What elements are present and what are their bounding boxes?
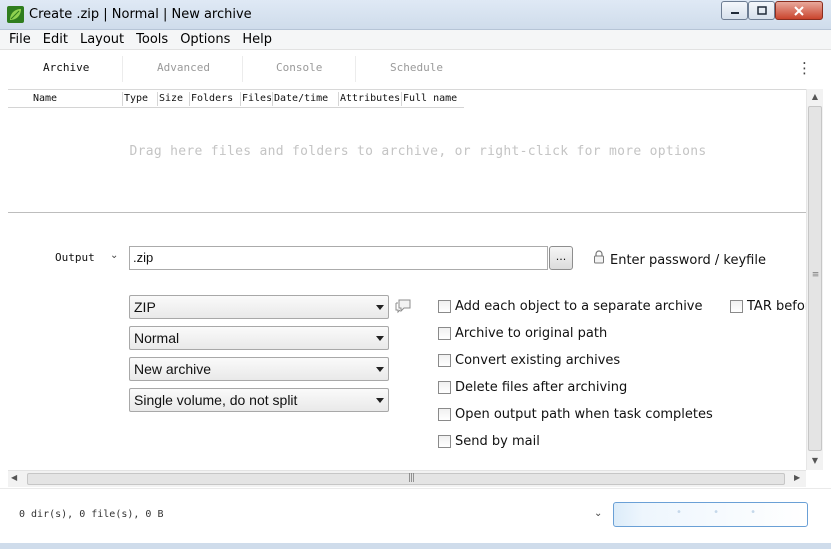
column-headers: Name Type Size Folders Files Date/time A… (8, 90, 464, 108)
checkbox-label: Convert existing archives (455, 353, 621, 368)
column-header-type[interactable]: Type (124, 93, 158, 104)
compression-level-value: Normal (134, 330, 180, 346)
scroll-up-arrow-icon[interactable]: ▲ (807, 89, 823, 105)
horizontal-scroll-thumb[interactable]: ||| (27, 473, 785, 485)
status-bar: 0 dir(s), 0 file(s), 0 B ⌄ • • • (0, 488, 831, 549)
lock-icon (594, 250, 604, 264)
minimize-button[interactable] (721, 1, 748, 20)
column-separator[interactable] (122, 92, 123, 106)
split-select-value: Single volume, do not split (134, 392, 298, 408)
scroll-down-arrow-icon[interactable]: ▼ (807, 453, 823, 469)
chevron-down-icon[interactable]: ⌄ (594, 508, 602, 519)
output-path-input[interactable]: .zip (129, 246, 548, 270)
menu-options[interactable]: Options (174, 30, 236, 49)
original-path-checkbox[interactable]: Archive to original path (438, 326, 607, 341)
column-separator[interactable] (189, 92, 190, 106)
column-header-name[interactable]: Name (33, 93, 113, 104)
column-separator[interactable] (157, 92, 158, 106)
checkbox-box[interactable] (438, 300, 451, 313)
tab-archive[interactable]: Archive (43, 61, 89, 74)
grip-icon: ||| (408, 473, 415, 483)
file-list[interactable]: Name Type Size Folders Files Date/time A… (8, 89, 806, 213)
menu-help[interactable]: Help (236, 30, 278, 49)
checkbox-label: Archive to original path (455, 326, 608, 341)
tab-console[interactable]: Console (276, 61, 322, 74)
checkbox-box[interactable] (438, 381, 451, 394)
empty-list-hint: Drag here files and folders to archive, … (129, 144, 707, 159)
horizontal-scrollbar[interactable]: ◀ ||| ▶ (8, 470, 806, 487)
loading-dots-icon: • • • (676, 507, 771, 518)
window-border (0, 543, 831, 549)
minimize-icon (730, 11, 739, 14)
column-separator[interactable] (401, 92, 402, 106)
column-header-files[interactable]: Files (242, 93, 271, 104)
column-header-attributes[interactable]: Attributes (340, 93, 402, 104)
checkbox-box[interactable] (438, 408, 451, 421)
checkbox-box[interactable] (438, 435, 451, 448)
checkbox-label: TAR befor (747, 299, 806, 314)
checkbox-label: Open output path when task completes (455, 407, 713, 422)
column-header-folders[interactable]: Folders (191, 93, 241, 104)
column-header-size[interactable]: Size (159, 93, 189, 104)
close-button[interactable] (775, 1, 823, 20)
scroll-left-arrow-icon[interactable]: ◀ (11, 473, 17, 482)
checkbox-box[interactable] (730, 300, 743, 313)
browse-button[interactable]: ... (549, 246, 573, 270)
send-mail-checkbox[interactable]: Send by mail (438, 434, 540, 449)
window-title: Create .zip | Normal | New archive (29, 7, 252, 22)
comment-icon[interactable] (394, 298, 412, 314)
vertical-scroll-thumb[interactable]: ≡ (808, 106, 822, 451)
column-header-datetime[interactable]: Date/time (274, 93, 338, 104)
tab-separator (242, 56, 243, 82)
tab-separator (355, 56, 356, 82)
checkbox-label: Delete files after archiving (455, 380, 628, 395)
split-select[interactable]: Single volume, do not split (129, 388, 389, 412)
chevron-down-icon[interactable]: ⌄ (110, 250, 118, 261)
title-bar: Create .zip | Normal | New archive (0, 0, 831, 30)
leaf-icon (7, 6, 24, 23)
vertical-scrollbar[interactable]: ▲ ≡ ▼ (806, 89, 823, 470)
grip-icon: ≡ (811, 270, 820, 280)
menu-file[interactable]: File (0, 30, 37, 49)
chevron-down-icon (376, 398, 384, 403)
column-header-fullname[interactable]: Full name (403, 93, 463, 104)
format-select[interactable]: ZIP (129, 295, 389, 319)
menu-tools[interactable]: Tools (130, 30, 174, 49)
tab-advanced[interactable]: Advanced (157, 61, 210, 74)
chevron-down-icon (376, 305, 384, 310)
tab-schedule[interactable]: Schedule (390, 61, 443, 74)
menu-bar: File Edit Layout Tools Options Help (0, 30, 831, 50)
delete-after-checkbox[interactable]: Delete files after archiving (438, 380, 627, 395)
archive-mode-value: New archive (134, 361, 212, 377)
chevron-down-icon (376, 367, 384, 372)
open-output-checkbox[interactable]: Open output path when task completes (438, 407, 713, 422)
tar-before-checkbox[interactable]: TAR befor (730, 299, 806, 314)
kebab-menu-icon[interactable]: ⋮ (797, 60, 812, 76)
compression-level-select[interactable]: Normal (129, 326, 389, 350)
maximize-button[interactable] (748, 1, 775, 20)
tab-separator (122, 56, 123, 82)
maximize-icon (756, 6, 767, 15)
checkbox-label: Send by mail (455, 434, 540, 449)
archive-mode-select[interactable]: New archive (129, 357, 389, 381)
close-icon (794, 5, 804, 16)
password-keyfile-link[interactable]: Enter password / keyfile (610, 253, 766, 268)
tab-bar: Archive Advanced Console Schedule ⋮ (0, 50, 831, 88)
chevron-down-icon (376, 336, 384, 341)
column-separator[interactable] (272, 92, 273, 106)
checkbox-box[interactable] (438, 327, 451, 340)
action-button[interactable]: • • • (613, 502, 808, 527)
scroll-right-arrow-icon[interactable]: ▶ (794, 473, 800, 482)
output-label: Output (55, 251, 95, 264)
column-separator[interactable] (338, 92, 339, 106)
format-select-value: ZIP (134, 299, 156, 315)
menu-layout[interactable]: Layout (74, 30, 130, 49)
status-summary: 0 dir(s), 0 file(s), 0 B (19, 509, 164, 520)
checkbox-box[interactable] (438, 354, 451, 367)
convert-existing-checkbox[interactable]: Convert existing archives (438, 353, 620, 368)
separate-archive-checkbox[interactable]: Add each object to a separate archive (438, 299, 703, 314)
checkbox-label: Add each object to a separate archive (455, 299, 703, 314)
column-separator[interactable] (240, 92, 241, 106)
menu-edit[interactable]: Edit (37, 30, 74, 49)
